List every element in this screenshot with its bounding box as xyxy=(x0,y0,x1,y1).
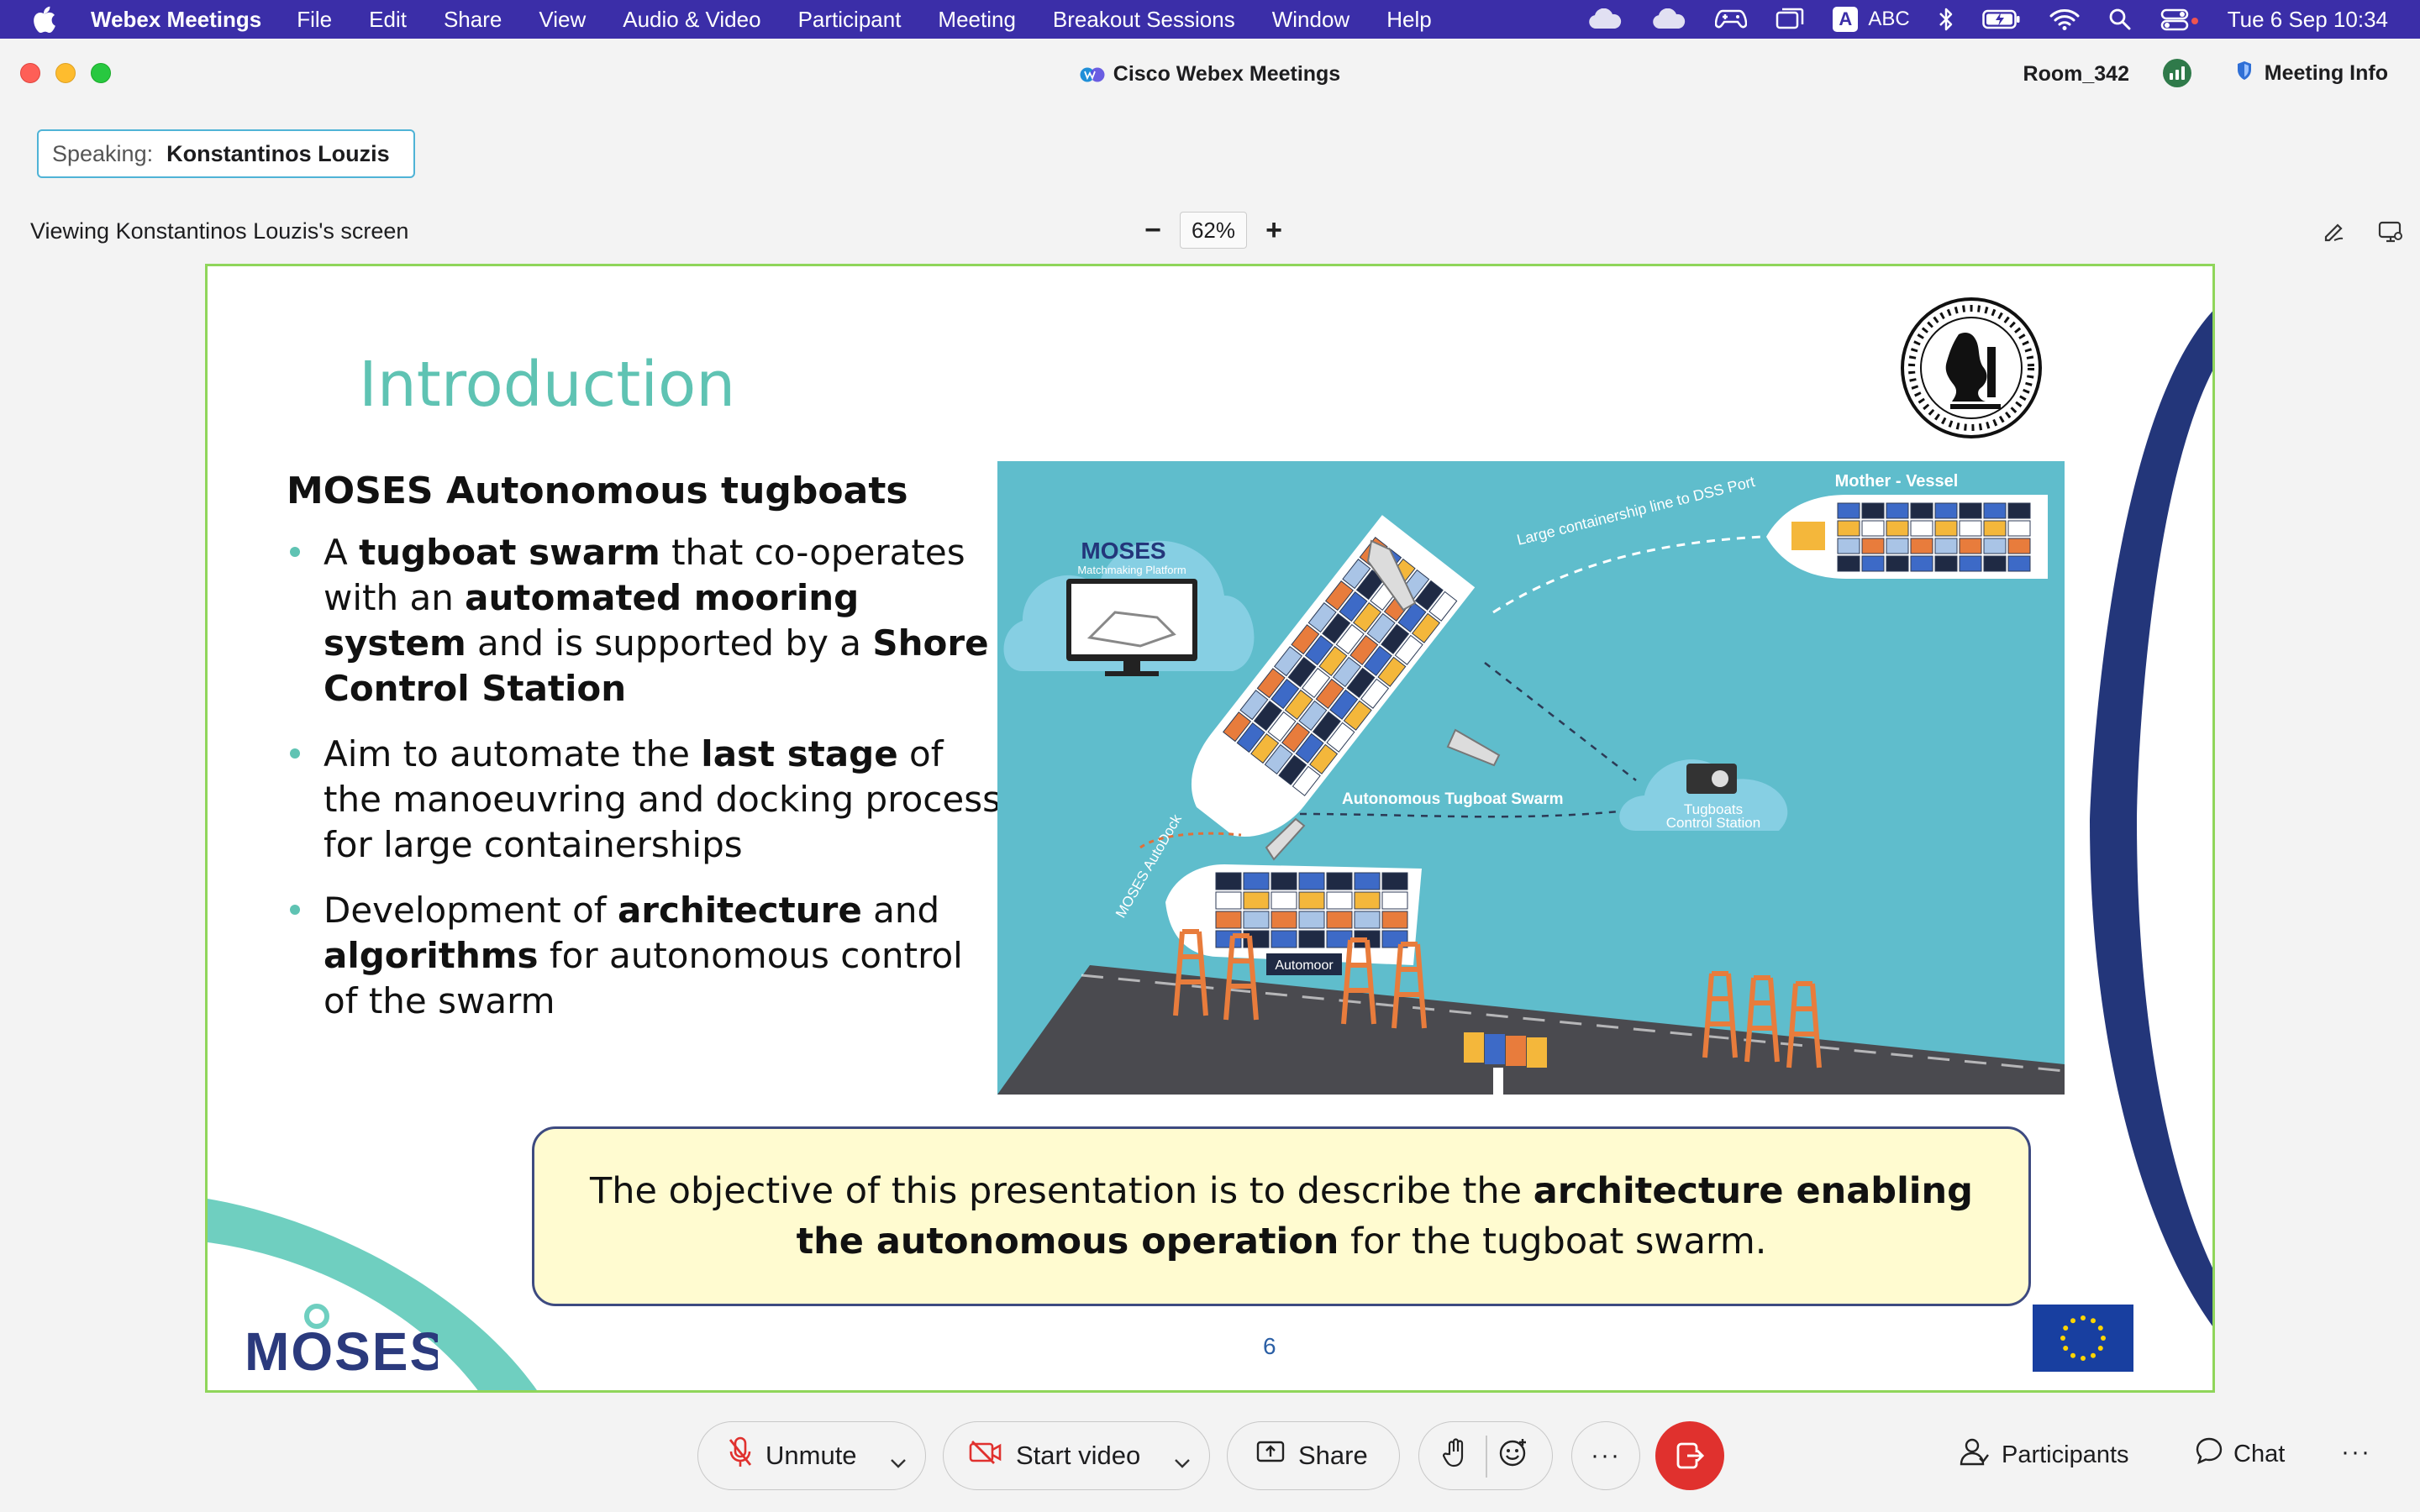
slide-page-number: 6 xyxy=(1263,1333,1276,1359)
menu-bar-clock[interactable]: Tue 6 Sep 10:34 xyxy=(2228,7,2388,33)
speaker-name: Konstantinos Louzis xyxy=(166,140,390,166)
menu-help[interactable]: Help xyxy=(1386,7,1431,33)
reactions-group xyxy=(1418,1421,1553,1490)
window-title-text: Cisco Webex Meetings xyxy=(1113,62,1341,86)
slide-title: Introduction xyxy=(359,349,736,421)
exit-icon xyxy=(1676,1442,1704,1469)
raise-hand-icon[interactable] xyxy=(1442,1437,1468,1474)
shield-icon xyxy=(2236,60,2253,87)
battery-icon[interactable] xyxy=(1981,9,2021,29)
spotlight-search-icon[interactable] xyxy=(2108,8,2132,31)
svg-text:Matchmaking Platform: Matchmaking Platform xyxy=(1077,564,1186,576)
input-source-menu[interactable]: A ABC xyxy=(1833,7,1910,32)
leave-meeting-button[interactable] xyxy=(1655,1421,1724,1490)
moses-system-illustration: MOSES Matchmaking Platform Mother - Vess… xyxy=(997,461,2065,1095)
screen-mirroring-icon[interactable] xyxy=(1776,8,1804,31)
more-options-button[interactable]: ··· xyxy=(1571,1421,1640,1490)
network-health-icon[interactable] xyxy=(2163,59,2191,87)
slide-decorative-arc-right xyxy=(2090,311,2212,1326)
objective-text: The objective of this presentation is to… xyxy=(590,1170,1973,1263)
menu-participant[interactable]: Participant xyxy=(798,7,902,33)
keyboard-input-icon: A xyxy=(1833,7,1859,32)
wifi-icon[interactable] xyxy=(2049,8,2080,31)
zoom-controls: − 62% + xyxy=(1138,212,1289,249)
zoom-out-button[interactable]: − xyxy=(1138,214,1168,246)
share-screen-icon xyxy=(1256,1441,1285,1471)
svg-text:Autonomous Tugboat Swarm: Autonomous Tugboat Swarm xyxy=(1342,790,1564,808)
chat-label: Chat xyxy=(2233,1440,2286,1467)
bluetooth-icon[interactable] xyxy=(1939,7,1954,32)
zoom-in-button[interactable]: + xyxy=(1259,214,1289,246)
slide-bullet-list: A tugboat swarm that co-operates with an… xyxy=(287,530,1001,1044)
annotate-icon[interactable] xyxy=(2323,220,2346,248)
apple-menu-icon[interactable] xyxy=(32,6,57,33)
room-name: Room_342 xyxy=(2023,62,2129,86)
divider xyxy=(1486,1436,1487,1478)
participants-label: Participants xyxy=(2002,1441,2129,1468)
chat-bubble-icon xyxy=(2195,1436,2223,1472)
start-video-button[interactable]: Start video xyxy=(943,1421,1210,1490)
shared-screen-slide: Introduction MOSES Autonomous tugboats A… xyxy=(205,264,2215,1393)
input-source-label: ABC xyxy=(1868,8,1910,30)
overflow-menu-button[interactable]: ··· xyxy=(2341,1438,2371,1467)
menu-app-name[interactable]: Webex Meetings xyxy=(91,7,261,33)
svg-text:Mother - Vessel: Mother - Vessel xyxy=(1835,472,1959,491)
viewing-screen-label: Viewing Konstantinos Louzis's screen xyxy=(30,218,409,244)
slide-bullet: A tugboat swarm that co-operates with an… xyxy=(287,530,1001,711)
chevron-down-icon[interactable] xyxy=(1174,1446,1191,1476)
unmute-label: Unmute xyxy=(765,1441,857,1470)
start-video-label: Start video xyxy=(1016,1441,1141,1470)
menu-breakout-sessions[interactable]: Breakout Sessions xyxy=(1053,7,1235,33)
svg-text:Control Station: Control Station xyxy=(1666,815,1760,831)
svg-text:MOSES: MOSES xyxy=(245,1321,438,1378)
chevron-down-icon[interactable] xyxy=(890,1446,907,1476)
participants-button[interactable]: Participants xyxy=(1960,1436,2129,1473)
unmute-button[interactable]: Unmute xyxy=(697,1421,926,1490)
active-speaker-indicator: Speaking: Konstantinos Louzis xyxy=(37,129,415,178)
menu-view[interactable]: View xyxy=(539,7,586,33)
zoom-level-field[interactable]: 62% xyxy=(1180,212,1247,249)
share-button[interactable]: Share xyxy=(1227,1421,1400,1490)
menu-bar-status-area: A ABC Tue 6 Sep 10:34 xyxy=(1587,0,2388,39)
menu-window[interactable]: Window xyxy=(1272,7,1349,33)
webex-logo-icon xyxy=(1080,66,1105,90)
share-label: Share xyxy=(1298,1441,1368,1470)
cloud-icon-2[interactable] xyxy=(1651,8,1686,30)
menu-share[interactable]: Share xyxy=(444,7,502,33)
speaking-label: Speaking: xyxy=(52,140,154,166)
university-seal-logo xyxy=(1901,297,2042,438)
meeting-info-label: Meeting Info xyxy=(2264,61,2388,85)
menu-audio-video[interactable]: Audio & Video xyxy=(623,7,760,33)
chat-button[interactable]: Chat xyxy=(2195,1436,2285,1472)
slide-subtitle: MOSES Autonomous tugboats xyxy=(287,470,908,512)
control-center-icon[interactable] xyxy=(2160,8,2199,31)
camera-off-icon xyxy=(969,1440,1002,1472)
slide-bullet: Development of architecture and algorith… xyxy=(287,888,1001,1024)
svg-text:Automoor: Automoor xyxy=(1275,958,1334,973)
eu-flag-logo xyxy=(2033,1305,2133,1372)
moses-logo: MOSES xyxy=(245,1304,438,1378)
microphone-muted-icon xyxy=(729,1436,752,1475)
menu-file[interactable]: File xyxy=(297,7,332,33)
menu-edit[interactable]: Edit xyxy=(369,7,407,33)
view-options-icon[interactable] xyxy=(2378,220,2403,248)
objective-callout: The objective of this presentation is to… xyxy=(532,1126,2031,1306)
menu-meeting[interactable]: Meeting xyxy=(938,7,1016,33)
slide-bullet: Aim to automate the last stage of the ma… xyxy=(287,732,1001,868)
window-title-bar: Cisco Webex Meetings Room_342 Meeting In… xyxy=(0,39,2420,111)
macos-menu-bar: Webex Meetings File Edit Share View Audi… xyxy=(0,0,2420,39)
reactions-emoji-icon[interactable] xyxy=(1498,1437,1528,1474)
meeting-info-button[interactable]: Meeting Info xyxy=(2236,60,2388,87)
game-controller-icon[interactable] xyxy=(1715,8,1748,30)
cloud-icon[interactable] xyxy=(1587,8,1623,30)
participants-icon xyxy=(1960,1436,1990,1473)
svg-text:MOSES: MOSES xyxy=(1081,538,1165,564)
